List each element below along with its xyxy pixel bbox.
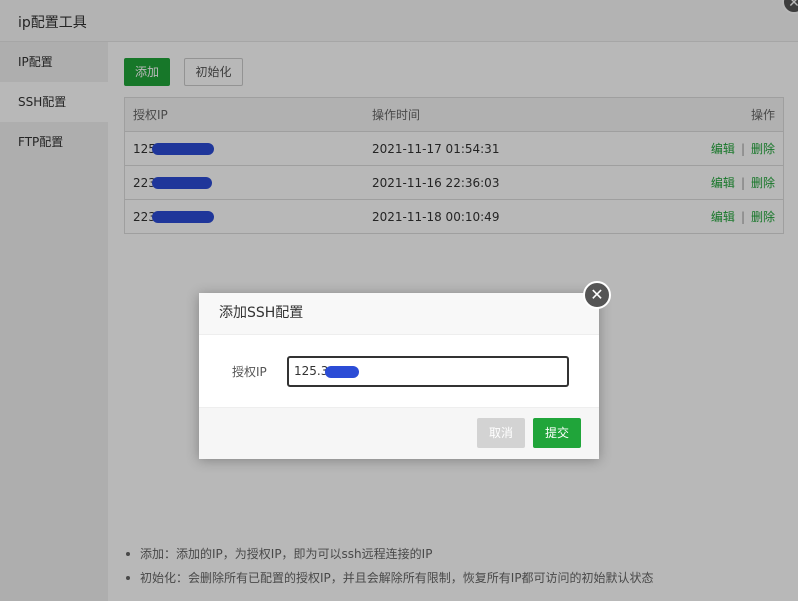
dialog-footer: 取消 提交 xyxy=(199,407,599,459)
dialog-close-icon[interactable]: ✕ xyxy=(583,281,611,309)
submit-button[interactable]: 提交 xyxy=(533,418,581,448)
cancel-button[interactable]: 取消 xyxy=(477,418,525,448)
redaction-mark xyxy=(325,365,360,378)
add-ssh-dialog: 添加SSH配置 ✕ 授权IP 125.3 取消 提交 xyxy=(199,281,611,459)
ip-input[interactable]: 125.3 xyxy=(287,356,569,387)
ip-field-label: 授权IP xyxy=(232,365,267,379)
dialog-title: 添加SSH配置 xyxy=(199,293,599,335)
ip-input-value: 125.3 xyxy=(294,364,329,378)
dialog-body: 授权IP 125.3 xyxy=(199,335,599,408)
